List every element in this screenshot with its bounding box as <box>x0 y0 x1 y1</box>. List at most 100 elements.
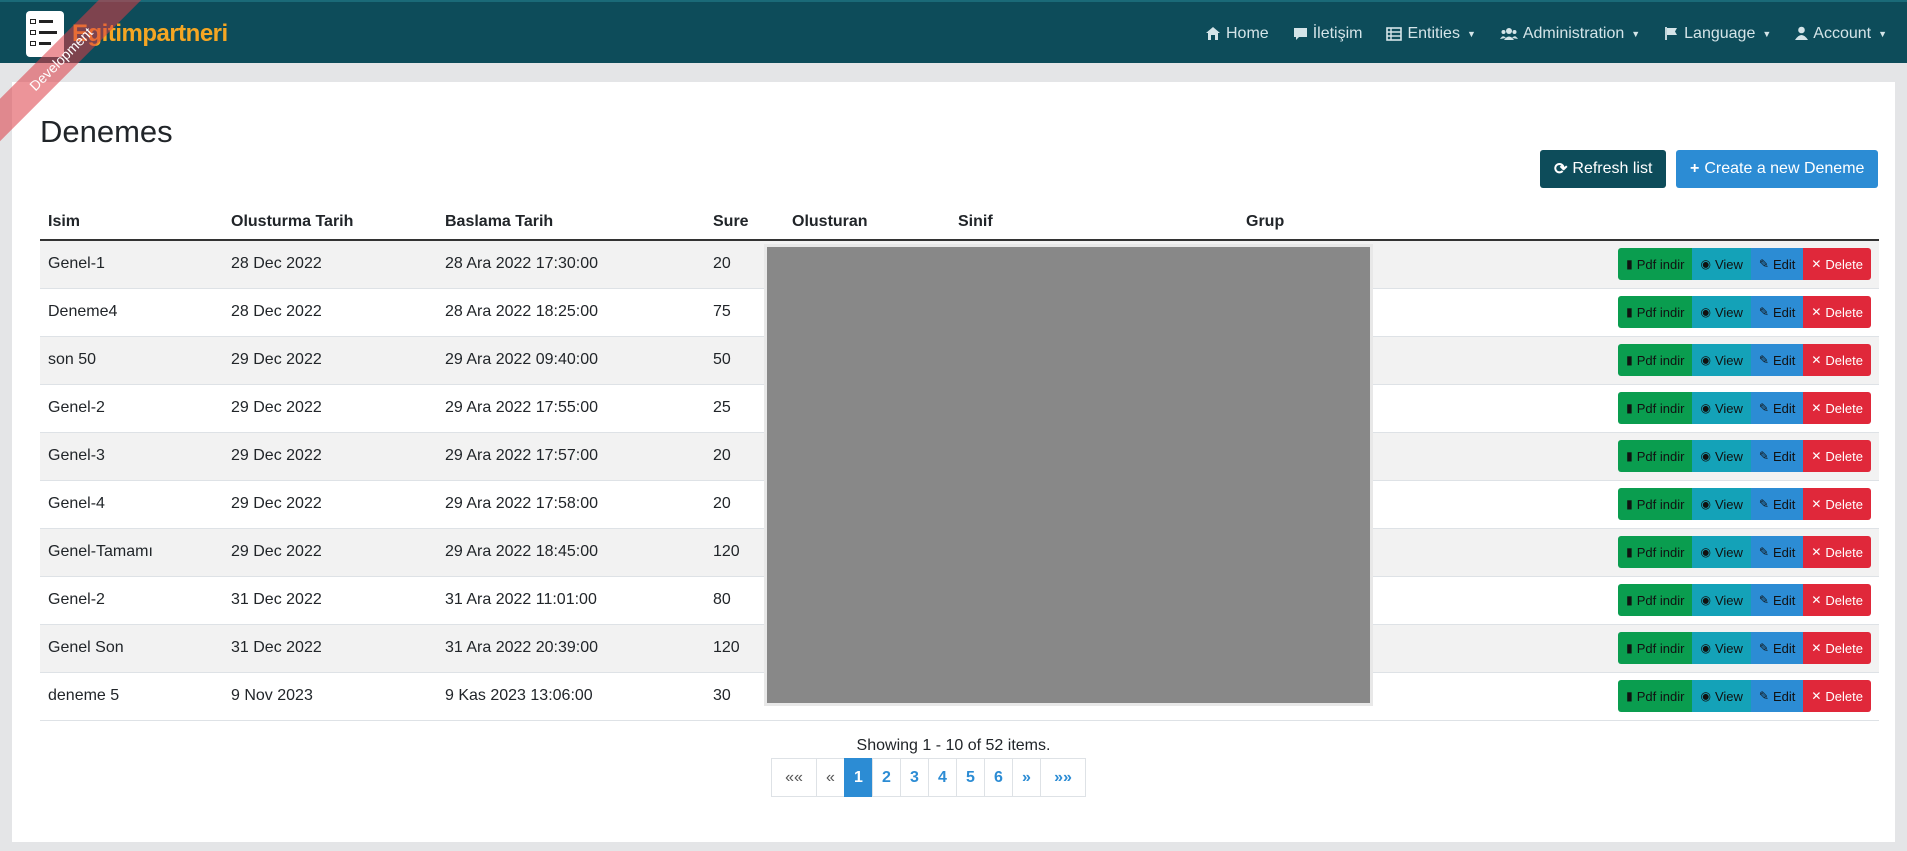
cell-olusturma-tarih: 29 Dec 2022 <box>223 528 437 577</box>
delete-button[interactable]: ✕ Delete <box>1803 296 1871 328</box>
create-deneme-button[interactable]: + Create a new Deneme <box>1676 150 1879 188</box>
column-header-isim[interactable]: Isim <box>40 204 223 241</box>
pdf-download-button[interactable]: ▮ Pdf indir <box>1618 488 1693 520</box>
edit-button[interactable]: ✎ Edit <box>1750 488 1804 520</box>
plus-icon: + <box>1690 160 1700 177</box>
view-button[interactable]: ◉ View <box>1692 680 1751 712</box>
column-header-sure[interactable]: Sure <box>705 204 784 241</box>
edit-button[interactable]: ✎ Edit <box>1750 584 1804 616</box>
page-button-3[interactable]: 3 <box>900 758 929 797</box>
view-button[interactable]: ◉ View <box>1692 296 1751 328</box>
edit-label: Edit <box>1772 256 1796 272</box>
view-button[interactable]: ◉ View <box>1692 488 1751 520</box>
eye-icon: ◉ <box>1700 497 1711 511</box>
nav-entities[interactable]: Entities ▼ <box>1386 25 1476 43</box>
cell-actions: ▮ Pdf indir ◉ View ✎ Edit ✕ Delete <box>1438 672 1879 721</box>
delete-label: Delete <box>1825 400 1863 416</box>
view-button[interactable]: ◉ View <box>1692 440 1751 472</box>
cell-baslama-tarih: 29 Ara 2022 17:55:00 <box>437 384 705 433</box>
pdf-download-button[interactable]: ▮ Pdf indir <box>1618 440 1693 472</box>
view-button[interactable]: ◉ View <box>1692 584 1751 616</box>
cell-olusturma-tarih: 31 Dec 2022 <box>223 624 437 673</box>
last-page-button[interactable]: »» <box>1040 758 1086 797</box>
file-pdf-icon: ▮ <box>1626 305 1633 319</box>
file-pdf-icon: ▮ <box>1626 353 1633 367</box>
column-header-olusturan[interactable]: Olusturan <box>784 204 950 241</box>
delete-button[interactable]: ✕ Delete <box>1803 632 1871 664</box>
column-header-olusturma-tarih[interactable]: Olusturma Tarih <box>223 204 437 241</box>
cell-isim: son 50 <box>40 336 223 385</box>
view-button[interactable]: ◉ View <box>1692 344 1751 376</box>
delete-button[interactable]: ✕ Delete <box>1803 440 1871 472</box>
view-label: View <box>1714 592 1743 608</box>
edit-button[interactable]: ✎ Edit <box>1750 680 1804 712</box>
delete-button[interactable]: ✕ Delete <box>1803 536 1871 568</box>
page-button-2[interactable]: 2 <box>872 758 901 797</box>
cell-actions: ▮ Pdf indir ◉ View ✎ Edit ✕ Delete <box>1438 528 1879 577</box>
edit-label: Edit <box>1772 448 1796 464</box>
page-button-5[interactable]: 5 <box>956 758 985 797</box>
delete-button[interactable]: ✕ Delete <box>1803 488 1871 520</box>
eye-icon: ◉ <box>1700 545 1711 559</box>
edit-button[interactable]: ✎ Edit <box>1750 296 1804 328</box>
view-button[interactable]: ◉ View <box>1692 536 1751 568</box>
column-header-baslama-tarih[interactable]: Baslama Tarih <box>437 204 705 241</box>
nav-administration[interactable]: Administration ▼ <box>1499 25 1640 43</box>
cell-actions: ▮ Pdf indir ◉ View ✎ Edit ✕ Delete <box>1438 384 1879 433</box>
pdf-download-button[interactable]: ▮ Pdf indir <box>1618 584 1693 616</box>
view-label: View <box>1714 688 1743 704</box>
first-page-button[interactable]: «« <box>771 758 817 797</box>
cell-olusturma-tarih: 28 Dec 2022 <box>223 240 437 289</box>
prev-page-button[interactable]: « <box>816 758 845 797</box>
delete-button[interactable]: ✕ Delete <box>1803 392 1871 424</box>
cell-isim: Genel-Tamamı <box>40 528 223 577</box>
view-button[interactable]: ◉ View <box>1692 392 1751 424</box>
page-button-6[interactable]: 6 <box>984 758 1013 797</box>
nav-account[interactable]: Account ▼ <box>1795 25 1887 43</box>
pdf-download-button[interactable]: ▮ Pdf indir <box>1618 536 1693 568</box>
pdf-download-button[interactable]: ▮ Pdf indir <box>1618 392 1693 424</box>
cell-isim: Genel-3 <box>40 432 223 481</box>
edit-button[interactable]: ✎ Edit <box>1750 344 1804 376</box>
cell-baslama-tarih: 9 Kas 2023 13:06:00 <box>437 672 705 721</box>
pdf-download-label: Pdf indir <box>1636 256 1685 272</box>
pdf-download-button[interactable]: ▮ Pdf indir <box>1618 680 1693 712</box>
times-icon: ✕ <box>1811 449 1822 463</box>
pdf-download-label: Pdf indir <box>1636 640 1685 656</box>
delete-button[interactable]: ✕ Delete <box>1803 344 1871 376</box>
delete-button[interactable]: ✕ Delete <box>1803 248 1871 281</box>
delete-button[interactable]: ✕ Delete <box>1803 680 1871 712</box>
cell-olusturma-tarih: 28 Dec 2022 <box>223 288 437 337</box>
eye-icon: ◉ <box>1700 449 1711 463</box>
edit-button[interactable]: ✎ Edit <box>1750 392 1804 424</box>
file-pdf-icon: ▮ <box>1626 497 1633 511</box>
page-button-4[interactable]: 4 <box>928 758 957 797</box>
nav-home[interactable]: Home <box>1205 25 1269 43</box>
pdf-download-button[interactable]: ▮ Pdf indir <box>1618 344 1693 376</box>
nav-iletisim[interactable]: İletişim <box>1293 25 1362 43</box>
column-header-grup[interactable]: Grup <box>1238 204 1438 241</box>
pdf-download-button[interactable]: ▮ Pdf indir <box>1618 248 1693 281</box>
page-button-1[interactable]: 1 <box>844 758 873 797</box>
cell-baslama-tarih: 28 Ara 2022 17:30:00 <box>437 240 705 289</box>
nav-home-label: Home <box>1226 24 1269 42</box>
nav-language[interactable]: Language ▼ <box>1664 25 1771 43</box>
edit-button[interactable]: ✎ Edit <box>1750 536 1804 568</box>
edit-label: Edit <box>1772 304 1796 320</box>
pdf-download-button[interactable]: ▮ Pdf indir <box>1618 632 1693 664</box>
row-actions: ▮ Pdf indir ◉ View ✎ Edit ✕ Delete <box>1446 248 1879 281</box>
cell-olusturma-tarih: 29 Dec 2022 <box>223 384 437 433</box>
pdf-download-button[interactable]: ▮ Pdf indir <box>1618 296 1693 328</box>
view-button[interactable]: ◉ View <box>1692 248 1751 281</box>
column-header-sinif[interactable]: Sinif <box>950 204 1238 241</box>
view-button[interactable]: ◉ View <box>1692 632 1751 664</box>
refresh-list-button[interactable]: ⟳ Refresh list <box>1540 150 1667 188</box>
next-page-button[interactable]: » <box>1012 758 1041 797</box>
edit-button[interactable]: ✎ Edit <box>1750 632 1804 664</box>
edit-button[interactable]: ✎ Edit <box>1750 440 1804 472</box>
eye-icon: ◉ <box>1700 401 1711 415</box>
eye-icon: ◉ <box>1700 641 1711 655</box>
cell-actions: ▮ Pdf indir ◉ View ✎ Edit ✕ Delete <box>1438 480 1879 529</box>
delete-button[interactable]: ✕ Delete <box>1803 584 1871 616</box>
edit-button[interactable]: ✎ Edit <box>1750 248 1804 281</box>
